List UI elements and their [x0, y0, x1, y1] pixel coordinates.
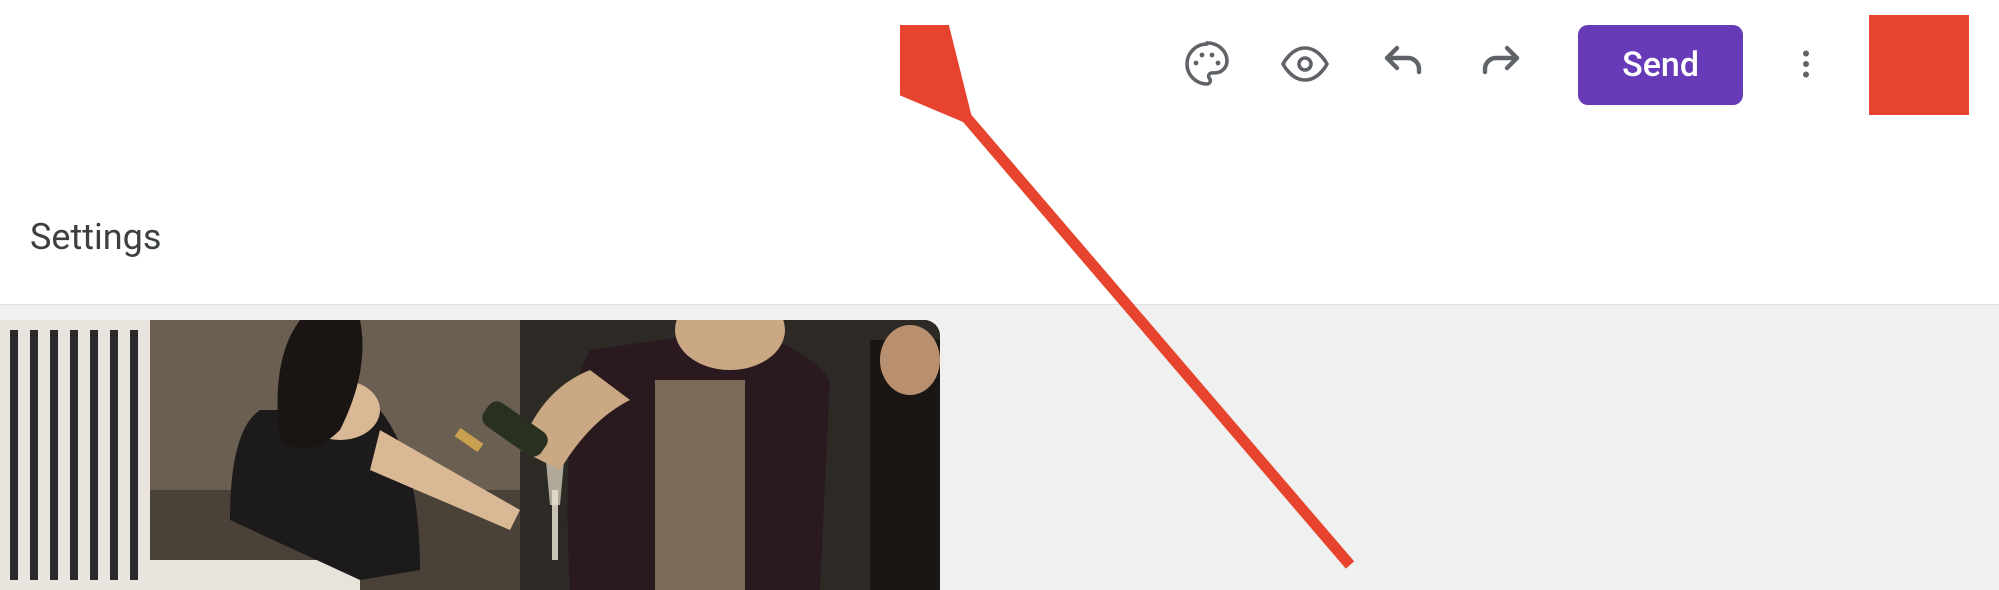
undo-icon — [1379, 40, 1427, 91]
form-header-image[interactable] — [0, 320, 940, 590]
more-vert-icon — [1788, 46, 1824, 85]
account-avatar[interactable] — [1869, 15, 1969, 115]
undo-button[interactable] — [1358, 20, 1448, 110]
more-options-button[interactable] — [1771, 30, 1841, 100]
eye-icon — [1281, 40, 1329, 91]
redo-button[interactable] — [1456, 20, 1546, 110]
preview-button[interactable] — [1260, 20, 1350, 110]
send-button[interactable]: Send — [1578, 25, 1743, 105]
tab-settings[interactable]: Settings — [30, 216, 161, 258]
redo-icon — [1477, 40, 1525, 91]
customize-theme-button[interactable] — [1162, 20, 1252, 110]
palette-icon — [1183, 40, 1231, 91]
top-toolbar: Send — [0, 0, 1999, 130]
